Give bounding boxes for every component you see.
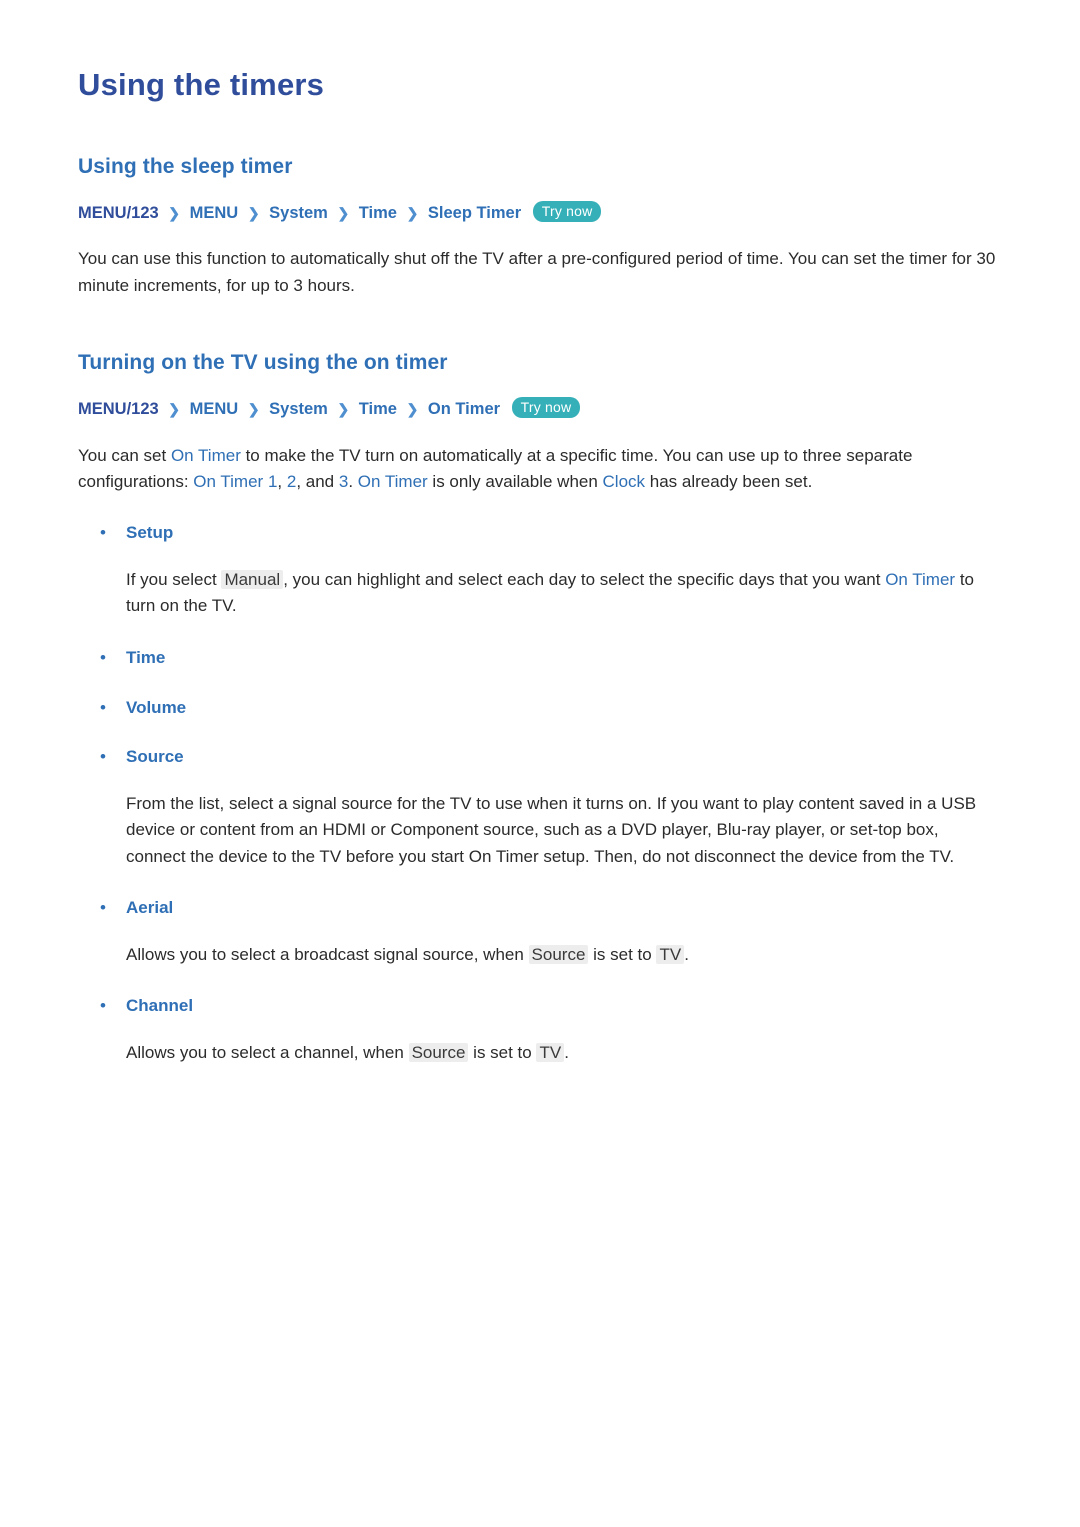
- text-fragment: .: [564, 1043, 569, 1063]
- breadcrumb-item-on-timer[interactable]: On Timer: [428, 400, 500, 418]
- page-title: Using the timers: [78, 67, 325, 102]
- keyword-on-timer: On Timer: [357, 471, 428, 491]
- text-fragment: is set to: [588, 944, 657, 964]
- aerial-description: Allows you to select a broadcast signal …: [78, 920, 1002, 968]
- sleep-timer-paragraph: You can use this function to automatical…: [78, 249, 996, 295]
- breadcrumb-sleep-timer: MENU/123 ❯ MENU ❯ System ❯ Time ❯ Sleep …: [78, 179, 1002, 224]
- keyword-clock: Clock: [602, 471, 646, 491]
- section-heading-on-timer: Turning on the TV using the on timer: [78, 351, 448, 375]
- bullet-dot-icon: •: [100, 697, 106, 717]
- breadcrumb-item-menu[interactable]: MENU: [190, 204, 239, 222]
- text-fragment: .: [684, 944, 689, 964]
- text-fragment: ,: [277, 471, 287, 491]
- on-timer-intro-paragraph: You can set On Timer to make the TV turn…: [78, 421, 1002, 496]
- keyword-source: Source: [528, 944, 589, 964]
- list-item-source: • Source: [78, 719, 1002, 769]
- text-fragment: If you select: [126, 570, 222, 590]
- setup-description: If you select Manual, you can highlight …: [78, 545, 1002, 620]
- keyword-manual: Manual: [221, 570, 284, 590]
- text-fragment: has already been set.: [645, 471, 813, 491]
- list-item-volume: • Volume: [78, 670, 1002, 720]
- breadcrumb-item-system[interactable]: System: [269, 204, 328, 222]
- section-heading-sleep-timer: Using the sleep timer: [78, 155, 293, 178]
- text-fragment: Allows you to select a broadcast signal …: [126, 944, 529, 964]
- list-item-label: Setup: [126, 523, 174, 543]
- chevron-right-icon: ❯: [168, 205, 181, 221]
- bullet-dot-icon: •: [100, 647, 106, 667]
- try-now-badge[interactable]: Try now: [532, 201, 602, 223]
- chevron-right-icon: ❯: [168, 401, 181, 418]
- list-item-label: Volume: [126, 697, 187, 717]
- document-page: Using the timers Using the sleep timer M…: [0, 0, 1080, 1066]
- text-fragment: Allows you to select a channel, when: [126, 1043, 409, 1063]
- chevron-right-icon: ❯: [406, 205, 419, 221]
- bullet-dot-icon: •: [100, 523, 106, 543]
- list-item-setup: • Setup: [78, 495, 1002, 545]
- list-item-label: Aerial: [126, 898, 174, 918]
- chevron-right-icon: ❯: [337, 401, 350, 418]
- chevron-right-icon: ❯: [406, 401, 419, 418]
- breadcrumb-on-timer: MENU/123 ❯ MENU ❯ System ❯ Time ❯ On Tim…: [78, 375, 1002, 420]
- bullet-dot-icon: •: [100, 747, 106, 767]
- breadcrumb-item-time[interactable]: Time: [359, 204, 397, 222]
- list-item-aerial: • Aerial: [78, 870, 1002, 920]
- list-item-label: Channel: [126, 996, 194, 1016]
- bullet-dot-icon: •: [100, 898, 106, 918]
- list-item-channel: • Channel: [78, 968, 1002, 1018]
- chevron-right-icon: ❯: [247, 401, 260, 418]
- text-fragment: .: [348, 471, 358, 491]
- text-fragment: is set to: [468, 1043, 537, 1063]
- keyword-timer-1: 1: [267, 471, 278, 491]
- breadcrumb-item-time[interactable]: Time: [359, 400, 397, 418]
- list-item-label: Source: [126, 747, 184, 767]
- text-fragment: is only available when: [427, 471, 603, 491]
- channel-description: Allows you to select a channel, when Sou…: [78, 1018, 1002, 1066]
- text-fragment: , and: [296, 471, 339, 491]
- breadcrumb-item-system[interactable]: System: [269, 400, 328, 418]
- keyword-timer-3: 3: [338, 471, 349, 491]
- keyword-tv: TV: [536, 1043, 565, 1063]
- source-description: From the list, select a signal source fo…: [126, 794, 977, 866]
- keyword-on-timer: On Timer: [170, 445, 241, 465]
- text-fragment: , you can highlight and select each day …: [283, 570, 886, 590]
- keyword-on-timer: On Timer: [193, 471, 264, 491]
- breadcrumb-item-menu[interactable]: MENU: [190, 400, 239, 418]
- keyword-on-timer: On Timer: [885, 570, 956, 590]
- chevron-right-icon: ❯: [247, 205, 260, 221]
- keyword-tv: TV: [656, 944, 685, 964]
- keyword-source: Source: [408, 1043, 469, 1063]
- bullet-dot-icon: •: [100, 996, 106, 1016]
- breadcrumb-item-sleep-timer[interactable]: Sleep Timer: [428, 204, 521, 222]
- text-fragment: You can set: [78, 445, 171, 465]
- list-item-time: • Time: [78, 620, 1002, 670]
- chevron-right-icon: ❯: [337, 205, 350, 221]
- breadcrumb-item-menu123[interactable]: MENU/123: [78, 400, 159, 418]
- breadcrumb-item-menu123[interactable]: MENU/123: [78, 204, 159, 222]
- try-now-badge[interactable]: Try now: [511, 397, 581, 419]
- keyword-timer-2: 2: [286, 471, 297, 491]
- list-item-label: Time: [126, 647, 166, 667]
